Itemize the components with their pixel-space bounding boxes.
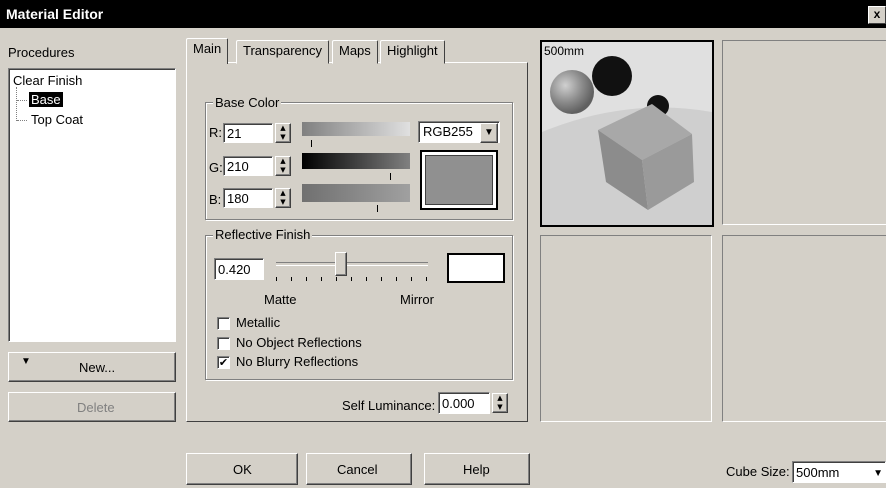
slider-tick [306,277,307,281]
dropdown-arrow-icon: ▼ [21,356,31,367]
green-input[interactable]: 210 [223,156,273,176]
cancel-button-label: Cancel [337,462,378,477]
ok-button-label: OK [233,462,252,477]
no-blurry-reflections-label: No Blurry Reflections [236,354,359,369]
reflective-swatch-fill [452,258,500,278]
green-spinner[interactable]: ▲ ▼ [275,156,291,176]
tab-main[interactable]: Main [186,38,229,64]
cube-size-select[interactable]: 500mm ▼ [792,461,886,483]
chevron-down-icon[interactable]: ▼ [480,123,498,143]
preview-viewport-3[interactable] [540,235,712,422]
blue-level-marker[interactable] [377,205,378,212]
tree-line [17,100,27,101]
delete-button[interactable]: Delete [8,392,176,422]
green-level-marker[interactable] [390,173,391,180]
metallic-checkbox[interactable] [217,317,230,330]
slider-tick [396,277,397,281]
slider-tick [411,277,412,281]
base-color-swatch[interactable] [420,150,498,210]
slider-tick [381,277,382,281]
red-input[interactable]: 21 [223,123,273,143]
matte-label: Matte [264,292,297,307]
tree-item-clear-finish[interactable]: Clear Finish [13,73,82,88]
spin-up-icon[interactable]: ▲ [276,124,290,133]
no-object-reflections-checkbox[interactable] [217,337,230,350]
chevron-down-icon[interactable]: ▼ [873,463,883,485]
tab-maps[interactable]: Maps [332,40,378,64]
reflective-finish-legend: Reflective Finish [213,227,313,242]
preview-render [542,42,712,225]
slider-tick [291,277,292,281]
cancel-button[interactable]: Cancel [306,453,412,485]
metallic-label: Metallic [236,315,281,330]
base-color-legend: Base Color [213,95,282,110]
spin-up-icon[interactable]: ▲ [493,394,507,403]
no-object-reflections-label: No Object Reflections [236,335,362,350]
ok-button[interactable]: OK [186,453,298,485]
delete-button-label: Delete [77,400,115,415]
help-button-label: Help [463,462,490,477]
slider-tick [366,277,367,281]
mirror-label: Mirror [400,292,434,307]
cube-size-value: 500mm [796,465,840,480]
spin-down-icon[interactable]: ▼ [276,133,290,142]
title-bar: Material Editor x [0,0,886,28]
tree-item-base[interactable]: Base [29,92,63,107]
spin-down-icon[interactable]: ▼ [276,166,290,175]
window-title: Material Editor [6,6,104,22]
slider-ticks [276,277,428,282]
red-label: R: [209,125,222,140]
reflective-slider-thumb[interactable] [334,252,347,276]
close-button[interactable]: x [868,6,886,24]
base-color-swatch-fill [425,155,493,205]
tree-line [16,87,18,121]
blue-label: B: [209,192,222,207]
self-luminance-label: Self Luminance: [342,398,436,413]
green-label: G: [209,160,223,175]
color-mode-value: RGB255 [423,124,473,139]
spin-up-icon[interactable]: ▲ [276,189,290,198]
tab-highlight[interactable]: Highlight [380,40,445,64]
slider-tick [276,277,277,281]
procedures-label: Procedures [8,45,75,60]
color-mode-select[interactable]: RGB255 ▼ [418,121,500,143]
slider-tick [426,277,427,281]
self-luminance-spinner[interactable]: ▲ ▼ [492,393,508,413]
tree-line [17,120,27,121]
new-button[interactable]: ▼ New... [8,352,176,382]
tree-item-top-coat[interactable]: Top Coat [31,112,83,127]
green-gradient-bar[interactable] [302,153,410,169]
close-icon: x [873,7,881,21]
spin-down-icon[interactable]: ▼ [493,403,507,412]
tab-transparency[interactable]: Transparency [236,40,329,64]
blue-gradient-bar[interactable] [302,184,410,202]
slider-tick [336,277,337,281]
cube-size-label: Cube Size: [726,464,790,479]
red-spinner[interactable]: ▲ ▼ [275,123,291,143]
preview-viewport-main[interactable]: 500mm [540,40,714,227]
reflective-slider-track[interactable] [276,262,428,266]
spin-down-icon[interactable]: ▼ [276,198,290,207]
slider-tick [351,277,352,281]
red-gradient-bar[interactable] [302,122,410,136]
red-level-marker[interactable] [311,140,312,147]
preview-label: 500mm [544,44,585,58]
checkmark-icon: ✔ [218,356,229,369]
self-luminance-input[interactable]: 0.000 [438,392,490,414]
new-button-label: New... [79,360,116,375]
preview-viewport-2[interactable] [722,40,886,225]
blue-input[interactable]: 180 [223,188,273,208]
no-blurry-reflections-checkbox[interactable]: ✔ [217,356,230,369]
reflective-value-input[interactable]: 0.420 [214,258,264,280]
help-button[interactable]: Help [424,453,530,485]
slider-tick [321,277,322,281]
preview-viewport-4[interactable] [722,235,886,422]
reflective-color-swatch[interactable] [447,253,505,283]
spin-up-icon[interactable]: ▲ [276,157,290,166]
procedures-tree[interactable]: Clear Finish Base Top Coat [8,68,176,342]
blue-spinner[interactable]: ▲ ▼ [275,188,291,208]
